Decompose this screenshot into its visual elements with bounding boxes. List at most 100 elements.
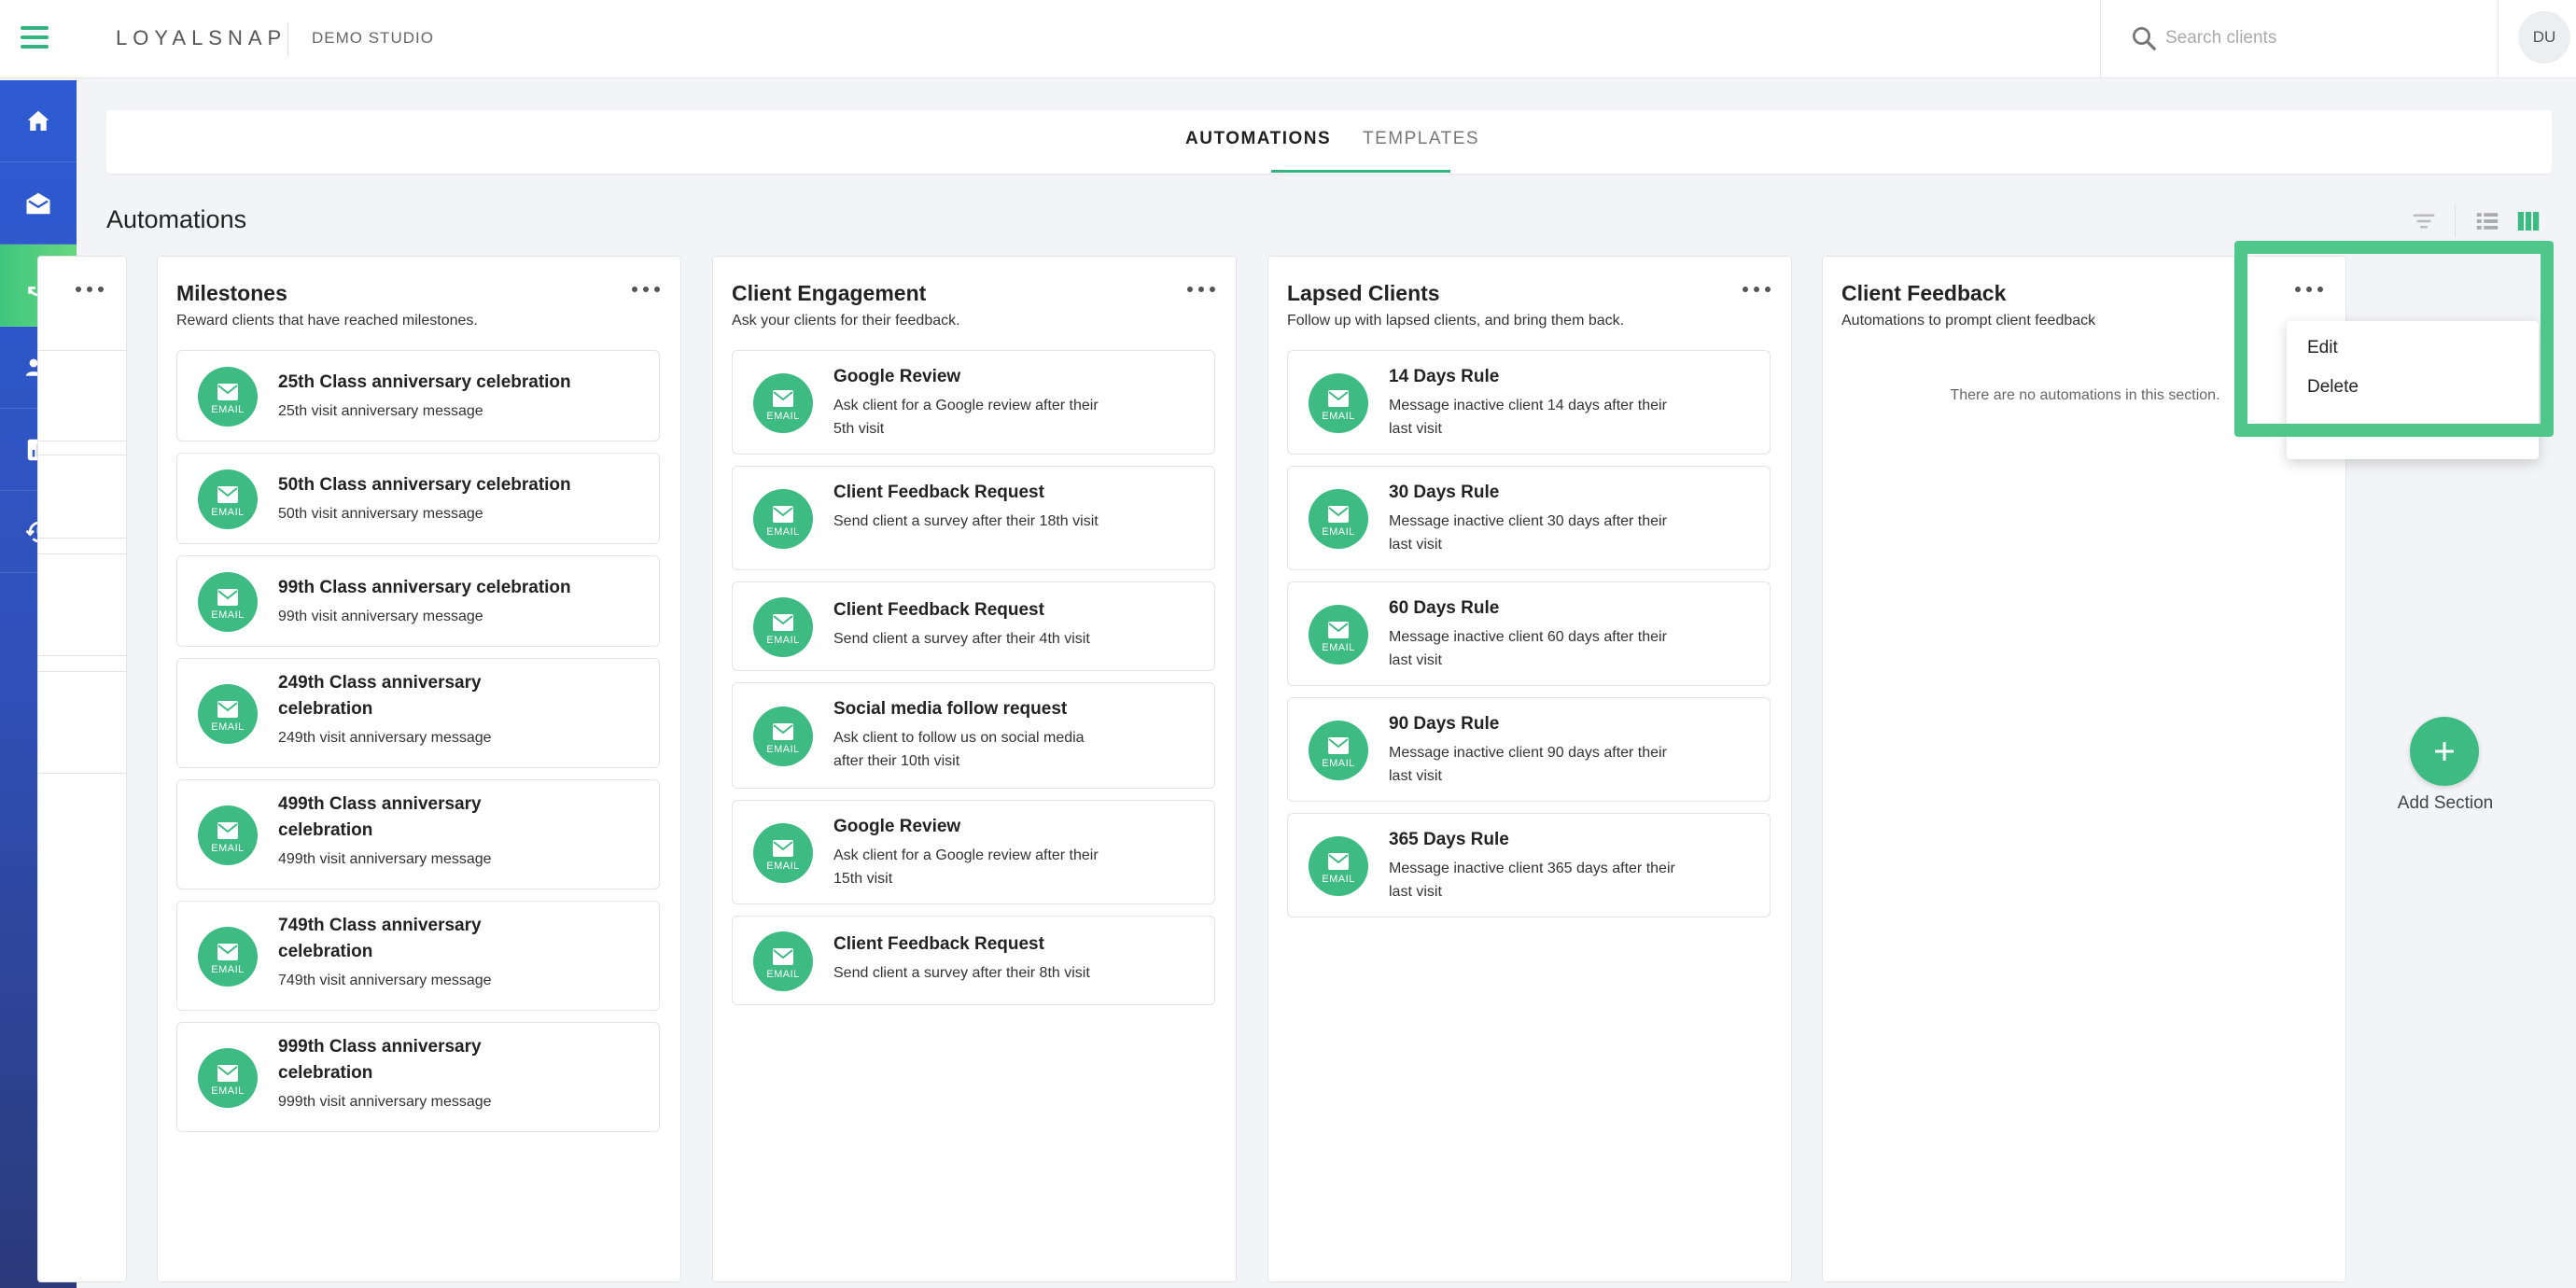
automation-card[interactable]: EMAIL 499th Class anniversary celebratio… [176,779,660,889]
automation-card[interactable]: EMAIL 30 Days Rule Message inactive clien… [1287,466,1771,570]
badge-label: EMAIL [1322,641,1355,653]
badge-label: EMAIL [1322,525,1355,538]
card-description: Send client a survey after their 8th vis… [833,965,1090,981]
card-description: 999th visit anniversary message [278,1094,492,1110]
sidebar-item-home[interactable] [0,80,77,162]
menu-icon[interactable] [21,26,49,50]
envelope-icon [1328,852,1349,870]
email-badge: EMAIL [1309,373,1368,433]
badge-label: EMAIL [211,963,245,975]
more-options-icon[interactable] [1743,285,1771,294]
brand-logo[interactable]: LOYALSNAP [116,26,287,50]
envelope-icon [773,722,793,740]
badge-label: EMAIL [766,410,800,422]
email-badge: EMAIL [753,597,813,657]
automation-card[interactable]: EMAIL 50th Class anniversary celebration… [176,453,660,544]
envelope-icon [773,505,793,523]
card-description: 50th visit anniversary message [278,506,483,522]
tab-templates[interactable]: TEMPLATES [1363,129,1479,149]
partial-column [37,256,127,1282]
automation-card[interactable]: EMAIL 749th Class anniversary celebratio… [176,901,660,1011]
automation-card[interactable]: EMAIL Social media follow request Ask cli… [732,682,1215,789]
envelope-icon [217,821,238,839]
card-title: Social media follow request [833,699,1068,719]
automation-card[interactable]: EMAIL Google Review Ask client for a Goog… [732,350,1215,455]
card-title: Google Review [833,367,961,386]
column-options-menu: Edit Delete [2287,321,2539,459]
card-title: 90 Days Rule [1389,714,1500,734]
list-view-icon[interactable] [2473,207,2501,235]
partial-card[interactable] [38,350,126,441]
more-options-icon[interactable] [76,285,104,294]
card-description: 25th visit anniversary message [278,403,483,419]
email-badge: EMAIL [753,823,813,883]
menu-item-edit[interactable]: Edit [2307,338,2338,358]
email-badge: EMAIL [198,927,258,987]
automation-card[interactable]: EMAIL 14 Days Rule Message inactive clien… [1287,350,1771,455]
avatar[interactable]: DU [2518,11,2570,63]
automation-card[interactable]: EMAIL 99th Class anniversary celebration… [176,555,660,647]
plus-icon [2435,742,2454,761]
card-title: 749th Class anniversary celebration [278,916,482,961]
email-badge: EMAIL [753,373,813,433]
automation-card[interactable]: EMAIL 60 Days Rule Message inactive clien… [1287,581,1771,686]
envelope-icon [217,485,238,503]
column-subtitle: Automations to prompt client feedback [1841,313,2096,329]
badge-label: EMAIL [1322,410,1355,422]
automation-card[interactable]: EMAIL Client Feedback Request Send client… [732,916,1215,1005]
badge-label: EMAIL [1322,757,1355,769]
email-badge: EMAIL [753,489,813,549]
email-badge: EMAIL [1309,721,1368,780]
menu-item-delete[interactable]: Delete [2307,377,2359,398]
board-view-icon[interactable] [2514,207,2542,235]
partial-card[interactable] [38,455,126,539]
email-badge: EMAIL [1309,836,1368,896]
top-bar: LOYALSNAP DEMO STUDIO DU [0,0,2576,78]
column-subtitle: Follow up with lapsed clients, and bring… [1287,313,1625,329]
card-description: Message inactive client 60 days after th… [1389,629,1667,668]
search-input[interactable] [2165,22,2464,54]
envelope-icon [217,383,238,400]
card-description: 749th visit anniversary message [278,973,492,988]
card-description: Message inactive client 30 days after th… [1389,513,1667,553]
envelope-icon [773,947,793,965]
add-section-button[interactable] [2410,717,2479,786]
column-lapsed-clients: Lapsed Clients Follow up with lapsed cli… [1267,256,1792,1282]
automation-card[interactable]: EMAIL 365 Days Rule Message inactive clie… [1287,813,1771,917]
automation-card[interactable]: EMAIL Client Feedback Request Send client… [732,581,1215,671]
automation-card[interactable]: EMAIL Google Review Ask client for a Goog… [732,800,1215,904]
email-badge: EMAIL [198,572,258,632]
badge-label: EMAIL [766,743,800,755]
add-section-label[interactable]: Add Section [2352,793,2539,814]
partial-card[interactable] [38,553,126,656]
card-title: 14 Days Rule [1389,367,1500,386]
page-title: Automations [106,205,247,233]
tab-automations[interactable]: AUTOMATIONS [1185,129,1331,149]
sidebar-item-inbox[interactable] [0,162,77,245]
automation-card[interactable]: EMAIL 249th Class anniversary celebratio… [176,658,660,768]
email-badge: EMAIL [198,684,258,744]
active-tab-indicator [1271,170,1450,173]
envelope-icon [1328,505,1349,523]
search-icon [2133,27,2156,50]
more-options-icon[interactable] [632,285,660,294]
column-title: Lapsed Clients [1287,281,1440,305]
card-description: Message inactive client 14 days after th… [1389,398,1667,437]
card-description: Ask client to follow us on social media … [833,730,1085,769]
filter-icon[interactable] [2410,207,2438,235]
card-title: 50th Class anniversary celebration [278,475,571,495]
automation-card[interactable]: EMAIL 90 Days Rule Message inactive clien… [1287,697,1771,802]
badge-label: EMAIL [211,609,245,621]
partial-card[interactable] [38,671,126,774]
avatar-divider [2498,0,2499,78]
column-title: Client Feedback [1841,281,2007,305]
card-title: Client Feedback Request [833,483,1044,502]
automation-card[interactable]: EMAIL 999th Class anniversary celebratio… [176,1022,660,1132]
card-description: 499th visit anniversary message [278,851,492,867]
envelope-icon [1328,389,1349,407]
automation-card[interactable]: EMAIL Client Feedback Request Send client… [732,466,1215,570]
badge-label: EMAIL [766,860,800,872]
more-options-icon[interactable] [1187,285,1215,294]
more-options-icon[interactable] [2295,285,2323,294]
automation-card[interactable]: EMAIL 25th Class anniversary celebration… [176,350,660,441]
